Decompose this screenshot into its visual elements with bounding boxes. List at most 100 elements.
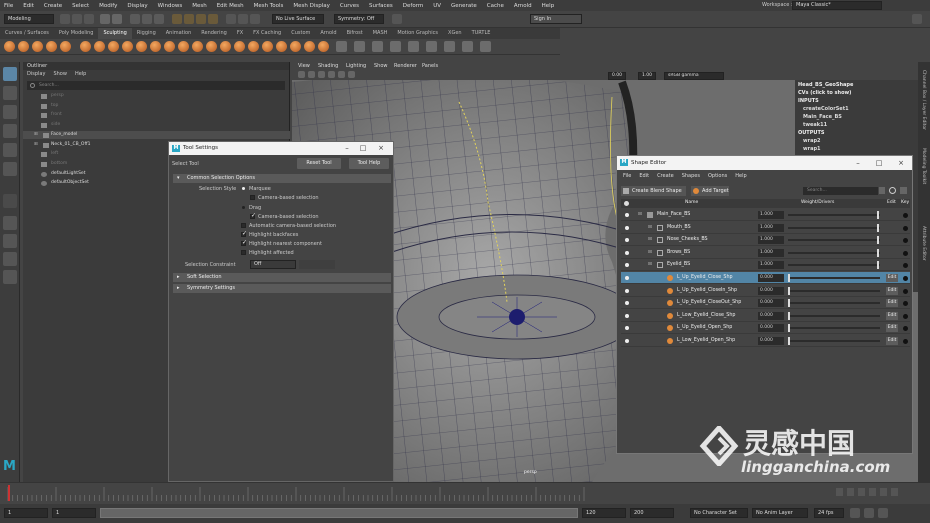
expand-icon[interactable]: ⊟ bbox=[648, 222, 652, 234]
select-object-icon[interactable] bbox=[142, 14, 152, 24]
snap-view-icon[interactable] bbox=[208, 14, 218, 24]
sculpt-brush-icon[interactable] bbox=[262, 41, 273, 52]
range-handle[interactable] bbox=[100, 508, 578, 518]
menu-curves[interactable]: Curves bbox=[340, 3, 359, 9]
weight-slider[interactable] bbox=[788, 239, 880, 242]
outliner-item[interactable]: front bbox=[23, 111, 290, 120]
menu-mesh[interactable]: Mesh bbox=[192, 3, 206, 9]
lights-icon[interactable] bbox=[348, 71, 355, 78]
minimize-icon[interactable]: – bbox=[852, 156, 864, 170]
shelf-tab-sculpting[interactable]: Sculpting bbox=[98, 28, 132, 39]
edit-button[interactable]: Edit bbox=[886, 311, 898, 320]
menu-edit[interactable]: Edit bbox=[23, 3, 34, 9]
toggle-panel-icon[interactable] bbox=[912, 14, 922, 24]
sound-icon[interactable] bbox=[864, 508, 874, 518]
shape-row[interactable]: ⊟ Main_Face_BS 1.000 bbox=[621, 209, 910, 221]
sculpt-brush-icon[interactable] bbox=[164, 41, 175, 52]
weight-column-header[interactable]: Weight/Drivers bbox=[801, 200, 834, 205]
history-icon[interactable] bbox=[226, 14, 236, 24]
viewport-menu-renderer[interactable]: Renderer bbox=[394, 63, 417, 69]
weight-slider[interactable] bbox=[788, 214, 880, 216]
sculpt-brush-icon[interactable] bbox=[150, 41, 161, 52]
menu-modify[interactable]: Modify bbox=[99, 3, 117, 9]
visibility-icon[interactable] bbox=[625, 276, 629, 280]
range-end-field[interactable]: 120 bbox=[582, 508, 626, 518]
side-tab[interactable]: Modeling Toolkit bbox=[921, 148, 926, 184]
current-frame-field[interactable]: 1 bbox=[52, 508, 96, 518]
highlight-backfaces-checkbox[interactable] bbox=[241, 230, 247, 237]
smooth-shade-icon[interactable] bbox=[328, 71, 335, 78]
edit-button[interactable]: Edit bbox=[886, 286, 898, 295]
sculpt-brush-icon[interactable] bbox=[480, 41, 491, 52]
rotate-tool-icon[interactable] bbox=[3, 143, 17, 157]
outliner-search-input[interactable]: Search... bbox=[27, 81, 285, 90]
workspace-dropdown[interactable]: Maya Classic* bbox=[792, 1, 882, 10]
shelf-tab-xgen[interactable]: XGen bbox=[443, 28, 467, 39]
name-column-header[interactable]: Name bbox=[685, 200, 698, 205]
shape-menu-options[interactable]: Options bbox=[708, 173, 727, 179]
weight-slider[interactable] bbox=[788, 302, 880, 305]
shelf-tab-turtle[interactable]: TURTLE bbox=[467, 28, 496, 39]
menu-uv[interactable]: UV bbox=[433, 3, 441, 9]
range-slider[interactable] bbox=[100, 508, 578, 518]
common-selection-section[interactable]: Common Selection Options bbox=[173, 174, 391, 183]
snap-grid-icon[interactable] bbox=[172, 14, 182, 24]
shelf-tab-fx[interactable]: FX bbox=[232, 28, 248, 39]
settings-icon[interactable] bbox=[900, 187, 907, 194]
shelf-tab-curves-surfaces[interactable]: Curves / Surfaces bbox=[0, 28, 54, 39]
step-forward-icon[interactable] bbox=[880, 488, 887, 496]
weight-slider[interactable] bbox=[788, 251, 880, 254]
camera-icon[interactable] bbox=[298, 71, 305, 78]
sculpt-brush-icon[interactable] bbox=[276, 41, 287, 52]
key-icon[interactable] bbox=[903, 213, 908, 218]
weight-field[interactable]: 1.000 bbox=[758, 248, 784, 257]
viewport-menu-show[interactable]: Show bbox=[374, 63, 388, 69]
shape-editor-titlebar[interactable]: M Shape Editor – □ × bbox=[617, 156, 912, 170]
shelf-tab-rigging[interactable]: Rigging bbox=[132, 28, 161, 39]
shape-row[interactable]: ⊟ Brows_BS 1.000 bbox=[621, 247, 910, 259]
select-hierarchy-icon[interactable] bbox=[130, 14, 140, 24]
start-frame-field[interactable]: 1 bbox=[4, 508, 48, 518]
marquee-radio[interactable] bbox=[242, 187, 245, 190]
weight-field[interactable]: 1.000 bbox=[758, 261, 784, 270]
sculpt-brush-icon[interactable] bbox=[248, 41, 259, 52]
constraint-extra-field[interactable] bbox=[299, 260, 335, 269]
key-icon[interactable] bbox=[903, 263, 908, 269]
shelf-tab-fx-caching[interactable]: FX Caching bbox=[248, 28, 286, 39]
expand-icon[interactable]: ⊞ bbox=[34, 141, 38, 150]
shape-menu-create[interactable]: Create bbox=[657, 173, 674, 179]
menu-file[interactable]: File bbox=[4, 3, 13, 9]
weight-slider[interactable] bbox=[788, 314, 880, 317]
cvs-label[interactable]: CVs (click to show) bbox=[798, 90, 851, 96]
minimize-icon[interactable]: – bbox=[341, 142, 353, 155]
edit-button[interactable]: Edit bbox=[886, 299, 898, 308]
auto-camera-checkbox[interactable] bbox=[241, 223, 246, 228]
shape-menu-shapes[interactable]: Shapes bbox=[682, 173, 700, 179]
render-icon[interactable] bbox=[238, 14, 248, 24]
viewport-menu-shading[interactable]: Shading bbox=[318, 63, 338, 69]
weight-field[interactable]: 0.000 bbox=[758, 274, 784, 282]
camera-based-checkbox-2[interactable] bbox=[250, 212, 256, 219]
sculpt-brush-icon[interactable] bbox=[290, 41, 301, 52]
outliner-menu-display[interactable]: Display bbox=[27, 70, 45, 79]
sculpt-brush-icon[interactable] bbox=[318, 41, 329, 52]
weight-slider-handle[interactable] bbox=[877, 211, 879, 219]
key-icon[interactable] bbox=[903, 276, 908, 281]
input-node[interactable]: createColorSet1 bbox=[803, 106, 849, 114]
undo-icon[interactable] bbox=[100, 14, 110, 24]
weight-slider-handle[interactable] bbox=[877, 236, 879, 245]
shape-row[interactable]: L_Up_Eyelid_CloseIn_Shp 0.000 Edit bbox=[621, 285, 910, 297]
visibility-icon[interactable] bbox=[625, 326, 629, 331]
shelf-tab-poly-modeling[interactable]: Poly Modeling bbox=[54, 28, 99, 39]
shelf-tab-arnold[interactable]: Arnold bbox=[315, 28, 341, 39]
visibility-icon[interactable] bbox=[625, 238, 629, 243]
goto-start-icon[interactable] bbox=[836, 488, 843, 496]
weight-slider-handle[interactable] bbox=[788, 324, 790, 333]
tool-help-button[interactable]: Tool Help bbox=[349, 158, 389, 169]
select-tool-icon[interactable] bbox=[3, 67, 17, 81]
drag-radio[interactable] bbox=[242, 206, 245, 209]
menu-deform[interactable]: Deform bbox=[403, 3, 423, 9]
close-icon[interactable]: × bbox=[895, 156, 907, 170]
sculpt-brush-icon[interactable] bbox=[192, 41, 203, 52]
fps-dropdown[interactable]: 24 fps bbox=[814, 508, 844, 518]
